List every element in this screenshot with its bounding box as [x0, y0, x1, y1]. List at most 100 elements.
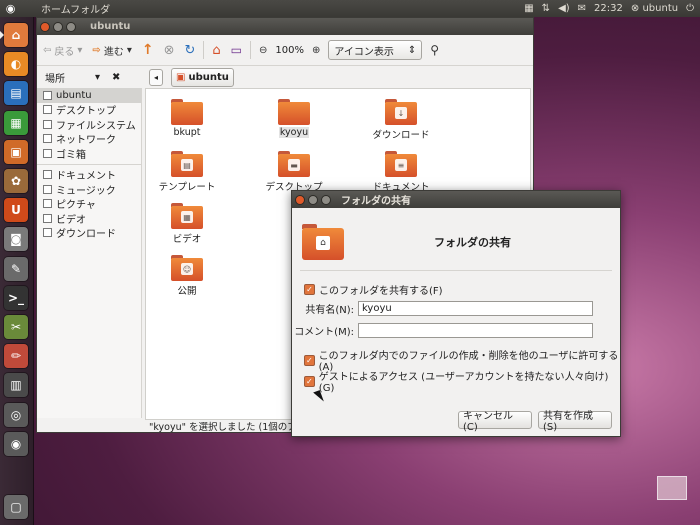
reload-icon: ↻: [184, 42, 196, 58]
create-share-button[interactable]: 共有を作成(S): [538, 411, 612, 433]
launcher-impress-icon[interactable]: ▣: [4, 139, 28, 164]
workspace-switcher[interactable]: [657, 476, 687, 500]
comment-label: コメント(M):: [294, 327, 354, 338]
computer-button[interactable]: ▭: [229, 40, 244, 60]
forward-button[interactable]: ⇨ 進む ▾: [90, 40, 133, 60]
close-window-button[interactable]: [40, 21, 50, 32]
search-button[interactable]: ⚲: [428, 40, 441, 60]
reload-button[interactable]: ↻: [182, 40, 197, 60]
sidebar-item-places-1[interactable]: デスクトップ: [37, 103, 141, 117]
user-menu[interactable]: ⊗ ubuntu: [631, 3, 678, 14]
sidebar-item-bookmarks-2[interactable]: ピクチャ: [37, 197, 141, 211]
sidebar-item-label: ubuntu: [56, 89, 92, 101]
dialog-divider: [300, 270, 612, 271]
launcher-software-center-icon[interactable]: ✿: [4, 169, 28, 193]
spinner-arrows-icon: ⇕: [407, 44, 417, 56]
launcher-ubuntu-one-icon[interactable]: U: [4, 198, 28, 223]
place-icon: [43, 90, 52, 100]
share-folder-checkbox-row[interactable]: ✓ このフォルダを共有する(F): [304, 282, 443, 297]
cancel-button[interactable]: キャンセル(C): [458, 411, 532, 433]
back-button[interactable]: ⇦ 戻る ▾: [41, 40, 84, 60]
sidebar-item-places-2[interactable]: ファイルシステム: [37, 117, 141, 132]
file-label: kyoyu: [278, 127, 310, 138]
chevron-down-icon[interactable]: ▾: [95, 72, 100, 83]
launcher-applications-icon[interactable]: ◎: [4, 402, 28, 427]
allow-others-checkbox[interactable]: ✓: [304, 354, 315, 366]
up-button[interactable]: ↑: [140, 40, 156, 60]
sidebar-item-places-0[interactable]: ubuntu: [37, 88, 141, 103]
minimize-dialog-button[interactable]: [308, 194, 318, 205]
folder-icon: ↓: [385, 99, 417, 125]
breadcrumb-label: ubuntu: [188, 71, 229, 83]
file-item[interactable]: ▤ テンプレート: [150, 151, 224, 193]
back-label: 戻る: [54, 46, 75, 58]
breadcrumb-left-arrow[interactable]: ◂: [149, 68, 163, 86]
breadcrumb[interactable]: ▣ ubuntu: [171, 67, 234, 87]
zoom-in-button[interactable]: ⊕: [310, 40, 322, 60]
launcher-text-editor-icon[interactable]: ✎: [4, 256, 28, 281]
file-item[interactable]: ☺ 公開: [150, 255, 224, 297]
zoom-out-icon: ⊖: [259, 44, 268, 56]
power-icon[interactable]: ⏻: [686, 3, 694, 14]
toolbar: ⇦ 戻る ▾ ⇨ 進む ▾ ↑ ⊗ ↻ ⌂ ▭ ⊖ 100% ⊕ アイコン表示 …: [37, 35, 533, 66]
stop-button[interactable]: ⊗: [162, 40, 177, 60]
comment-input[interactable]: [358, 323, 593, 338]
share-name-input[interactable]: kyoyu: [358, 301, 593, 316]
transfer-icon[interactable]: ⇅: [542, 3, 550, 14]
toolbar-separator: [203, 41, 205, 59]
file-item[interactable]: ≡ ドキュメント: [364, 151, 438, 193]
maximize-window-button[interactable]: [66, 21, 76, 32]
file-label: ビデオ: [172, 234, 202, 245]
sidebar-item-bookmarks-1[interactable]: ミュージック: [37, 182, 141, 197]
close-dialog-button[interactable]: [295, 194, 305, 205]
zoom-in-icon: ⊕: [311, 44, 321, 56]
clock[interactable]: 22:32: [594, 3, 623, 14]
file-item[interactable]: kyoyu: [257, 99, 331, 138]
sidebar-item-places-3[interactable]: ネットワーク: [37, 132, 141, 146]
mail-icon[interactable]: ✉: [578, 3, 586, 14]
minimize-window-button[interactable]: [53, 21, 63, 32]
file-item[interactable]: ↓ ダウンロード: [364, 99, 438, 141]
launcher-system-monitor-icon[interactable]: ▥: [4, 373, 28, 398]
share-folder-checkbox[interactable]: ✓: [304, 284, 315, 295]
comment-row: コメント(M):: [294, 323, 593, 338]
guest-access-checkbox[interactable]: ✓: [304, 375, 315, 387]
place-icon: [43, 184, 52, 194]
sidebar-header-label[interactable]: 場所: [45, 70, 65, 85]
guest-access-label: ゲストによるアクセス (ユーザーアカウントを持たない人々向け) (G): [318, 372, 609, 394]
guest-access-checkbox-row[interactable]: ✓ ゲストによるアクセス (ユーザーアカウントを持たない人々向け) (G): [304, 368, 620, 394]
launcher-firefox-icon[interactable]: ◐: [4, 52, 28, 77]
title-bar[interactable]: ubuntu: [37, 18, 533, 35]
keyboard-icon[interactable]: ▦: [524, 3, 533, 14]
launcher-home-folder-icon[interactable]: ⌂: [4, 23, 28, 47]
sidebar-item-label: ファイルシステム: [56, 120, 136, 132]
ubuntu-logo-icon[interactable]: ◉: [2, 0, 19, 17]
close-sidebar-icon[interactable]: ✖: [112, 72, 120, 83]
file-item[interactable]: ▦ ビデオ: [150, 203, 224, 245]
sidebar-item-places-4[interactable]: ゴミ箱: [37, 146, 141, 161]
file-item[interactable]: bkupt: [150, 99, 224, 138]
folder-icon: [171, 99, 203, 125]
launcher-trash-icon[interactable]: ▢: [4, 495, 28, 519]
sidebar-item-label: ドキュメント: [56, 171, 116, 183]
launcher-pencils-icon[interactable]: ✏: [4, 344, 28, 369]
sidebar-item-bookmarks-0[interactable]: ドキュメント: [37, 168, 141, 183]
shared-folder-icon: ⌂: [302, 224, 344, 260]
home-button[interactable]: ⌂: [210, 40, 222, 60]
maximize-dialog-button[interactable]: [321, 194, 331, 205]
launcher-terminal-icon[interactable]: >_: [4, 285, 28, 310]
view-mode-select[interactable]: アイコン表示 ⇕: [328, 40, 423, 60]
file-label: 公開: [177, 286, 197, 297]
zoom-out-button[interactable]: ⊖: [257, 40, 269, 60]
search-icon: ⚲: [430, 43, 440, 57]
launcher-writer-icon[interactable]: ▤: [4, 81, 28, 106]
launcher-settings-icon[interactable]: ✂: [4, 315, 28, 339]
launcher-calc-icon[interactable]: ▦: [4, 110, 28, 135]
launcher-shotwell-icon[interactable]: ◙: [4, 227, 28, 252]
sidebar-item-bookmarks-4[interactable]: ダウンロード: [37, 226, 141, 240]
file-item[interactable]: ▬ デスクトップ: [257, 151, 331, 193]
sidebar-item-bookmarks-3[interactable]: ビデオ: [37, 211, 141, 226]
volume-icon[interactable]: ◀): [558, 3, 570, 14]
dialog-title-bar[interactable]: フォルダの共有: [292, 191, 620, 208]
launcher-files-icon[interactable]: ◉: [4, 431, 28, 456]
